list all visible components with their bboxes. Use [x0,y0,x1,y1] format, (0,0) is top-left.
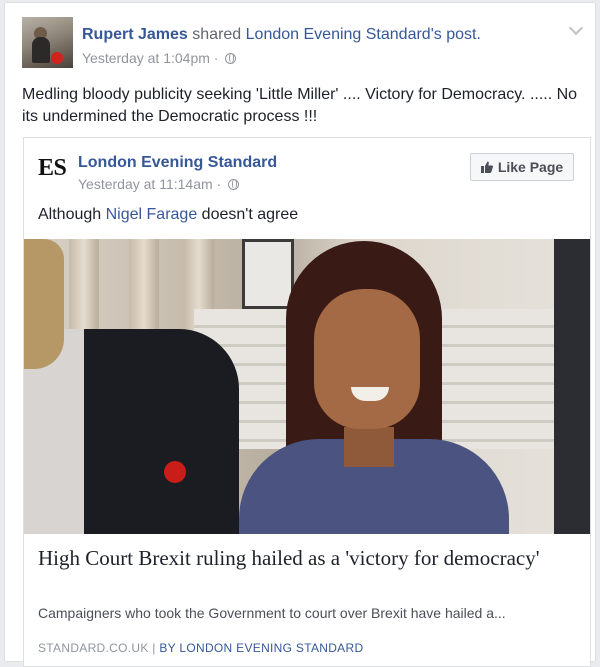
source-divider: | [152,641,156,655]
feed-story: Rupert James shared London Evening Stand… [4,2,596,667]
avatar-figure [32,37,50,63]
globe-icon[interactable] [228,179,240,190]
shared-post: ES London Evening Standard Yesterday at … [23,137,591,667]
action-text: shared [192,26,242,43]
meta-separator: · [216,176,222,192]
avatar-poppy [51,52,63,64]
shared-timestamp-link[interactable]: Yesterday at 11:14am [78,176,213,192]
link-preview-summary: Campaigners who took the Government to c… [38,605,506,621]
meta-separator: · [213,50,219,66]
shared-text-before: Although [38,206,106,223]
link-preview-image[interactable] [24,239,590,534]
shared-text-after: doesn't agree [197,206,299,223]
story-header: Rupert James shared London Evening Stand… [82,25,481,45]
globe-icon[interactable] [225,53,237,64]
shared-post-meta: Yesterday at 11:14am · [78,175,240,193]
page-name-link[interactable]: London Evening Standard [78,153,277,173]
photo-woman-neck [344,427,394,467]
post-text: Medling bloody publicity seeking 'Little… [22,86,578,125]
link-preview-headline[interactable]: High Court Brexit ruling hailed as a 'vi… [38,546,578,571]
chevron-down-icon[interactable] [568,20,584,36]
photo-sign [242,239,294,309]
author-name-link[interactable]: Rupert James [82,26,188,43]
source-domain: STANDARD.CO.UK [38,641,149,655]
post-timestamp-link[interactable]: Yesterday at 1:04pm [82,50,210,66]
photo-woman-face [314,289,420,429]
shared-from-link[interactable]: London Evening Standard's post. [246,26,481,43]
author-avatar[interactable] [22,17,73,68]
photo-person-right [554,239,590,534]
byline-link[interactable]: BY LONDON EVENING STANDARD [159,641,363,655]
photo-person-left-hair [24,239,64,369]
post-meta: Yesterday at 1:04pm · [82,49,237,67]
like-page-label: Like Page [497,159,564,175]
page-logo[interactable]: ES [38,155,67,182]
mention-link[interactable]: Nigel Farage [106,206,198,223]
thumbs-up-icon [480,161,493,173]
like-page-button[interactable]: Like Page [470,153,574,181]
photo-poppy [164,461,186,483]
link-preview-source: STANDARD.CO.UK | BY LONDON EVENING STAND… [38,640,363,656]
shared-post-text: Although Nigel Farage doesn't agree [38,204,298,226]
